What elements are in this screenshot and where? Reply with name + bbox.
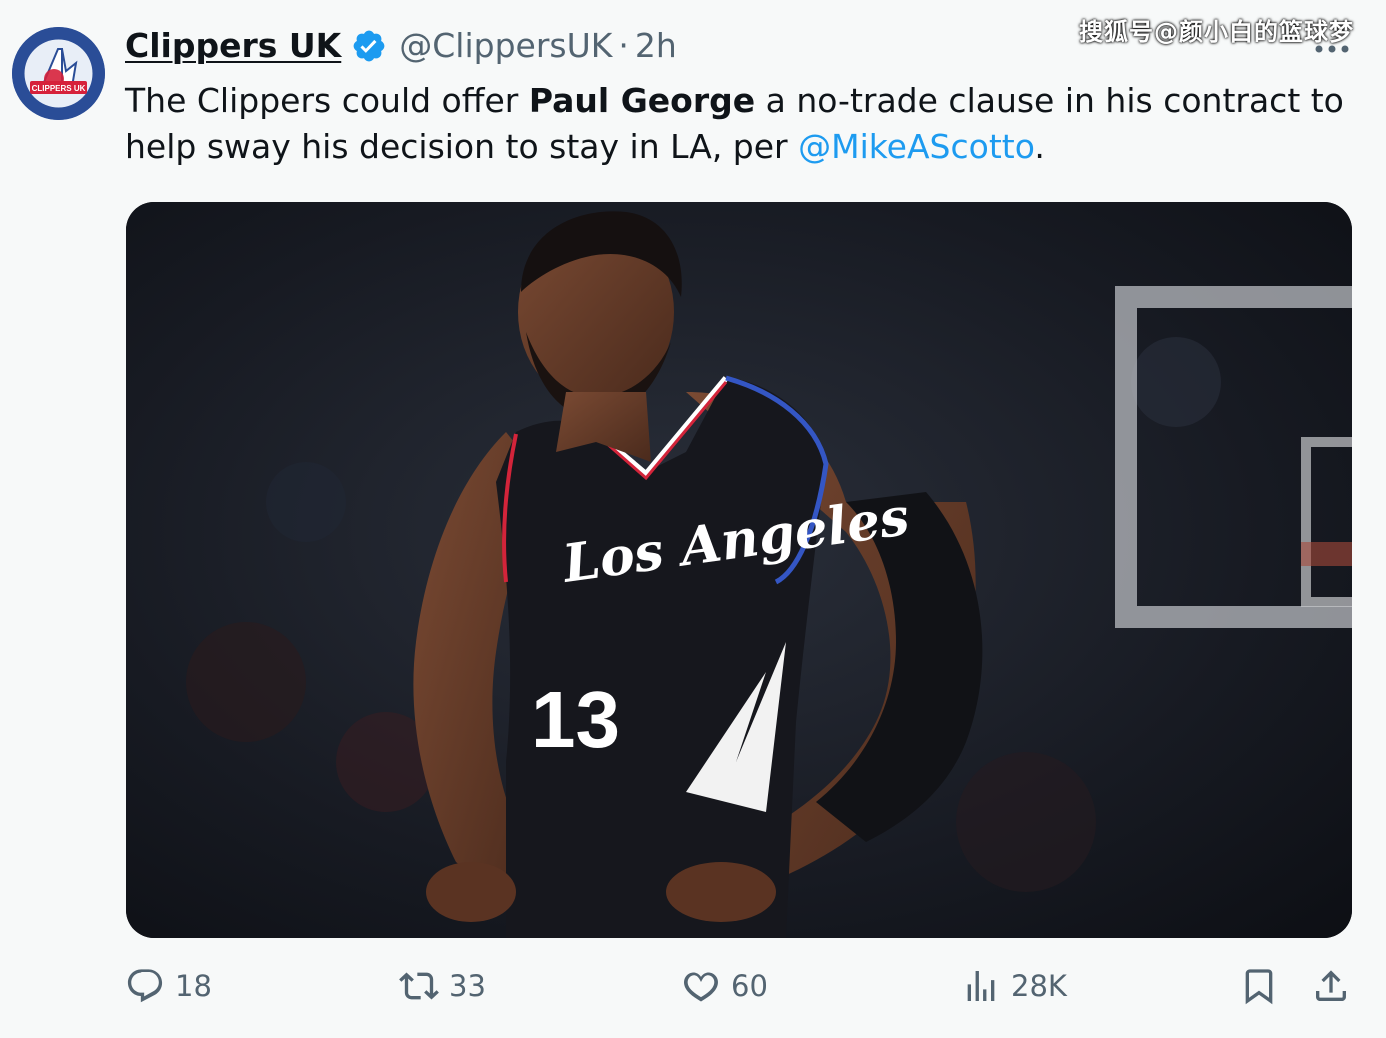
retweet-button[interactable]: 33 xyxy=(399,966,486,1006)
like-button[interactable]: 60 xyxy=(681,966,768,1006)
display-name[interactable]: Clippers UK xyxy=(125,26,341,65)
heart-icon xyxy=(684,972,718,1002)
bookmark-icon xyxy=(1245,969,1273,1005)
views-chart-icon xyxy=(967,971,995,1001)
avatar[interactable]: CLIPPERS UK xyxy=(12,27,105,120)
retweet-icon xyxy=(399,972,439,1000)
svg-text:CLIPPERS UK: CLIPPERS UK xyxy=(32,84,86,93)
views-button[interactable]: 28K xyxy=(961,966,1067,1006)
tweet-card[interactable]: 搜狐号@颜小白的篮球梦 CLIPPERS UK Clippers UK @Cli… xyxy=(0,0,1386,1038)
tweet-text: The Clippers could offer Paul George a n… xyxy=(125,78,1345,170)
tweet-text-bold: Paul George xyxy=(528,81,756,120)
tweet-header: Clippers UK @ClippersUK · 2h xyxy=(125,26,677,65)
like-count: 60 xyxy=(731,969,768,1003)
mention-link[interactable]: @MikeAScotto xyxy=(798,127,1034,166)
verified-badge-icon xyxy=(353,30,385,61)
author-handle[interactable]: @ClippersUK xyxy=(399,26,612,65)
reply-icon xyxy=(127,969,163,1003)
more-options-icon[interactable] xyxy=(1314,44,1350,54)
reply-count: 18 xyxy=(175,969,212,1003)
tweet-text-end: . xyxy=(1034,127,1045,166)
watermark: 搜狐号@颜小白的篮球梦 xyxy=(1079,18,1354,46)
retweet-count: 33 xyxy=(449,969,486,1003)
tweet-text-part1: The Clippers could offer xyxy=(125,81,529,120)
clippers-logo-icon: CLIPPERS UK xyxy=(12,27,105,120)
share-button[interactable] xyxy=(1311,966,1361,1006)
jersey-number-text: 13 xyxy=(531,675,620,764)
tweet-actions: 18 33 60 28K xyxy=(125,966,1357,1020)
separator-dot: · xyxy=(618,26,629,65)
tweet-time[interactable]: 2h xyxy=(635,26,677,65)
bookmark-button[interactable] xyxy=(1239,966,1289,1006)
player-photo: Los Angeles 13 xyxy=(126,202,1352,938)
reply-button[interactable]: 18 xyxy=(125,966,212,1006)
tweet-photo[interactable]: Los Angeles 13 xyxy=(126,202,1352,938)
share-icon xyxy=(1316,970,1346,1001)
views-count: 28K xyxy=(1011,969,1067,1003)
